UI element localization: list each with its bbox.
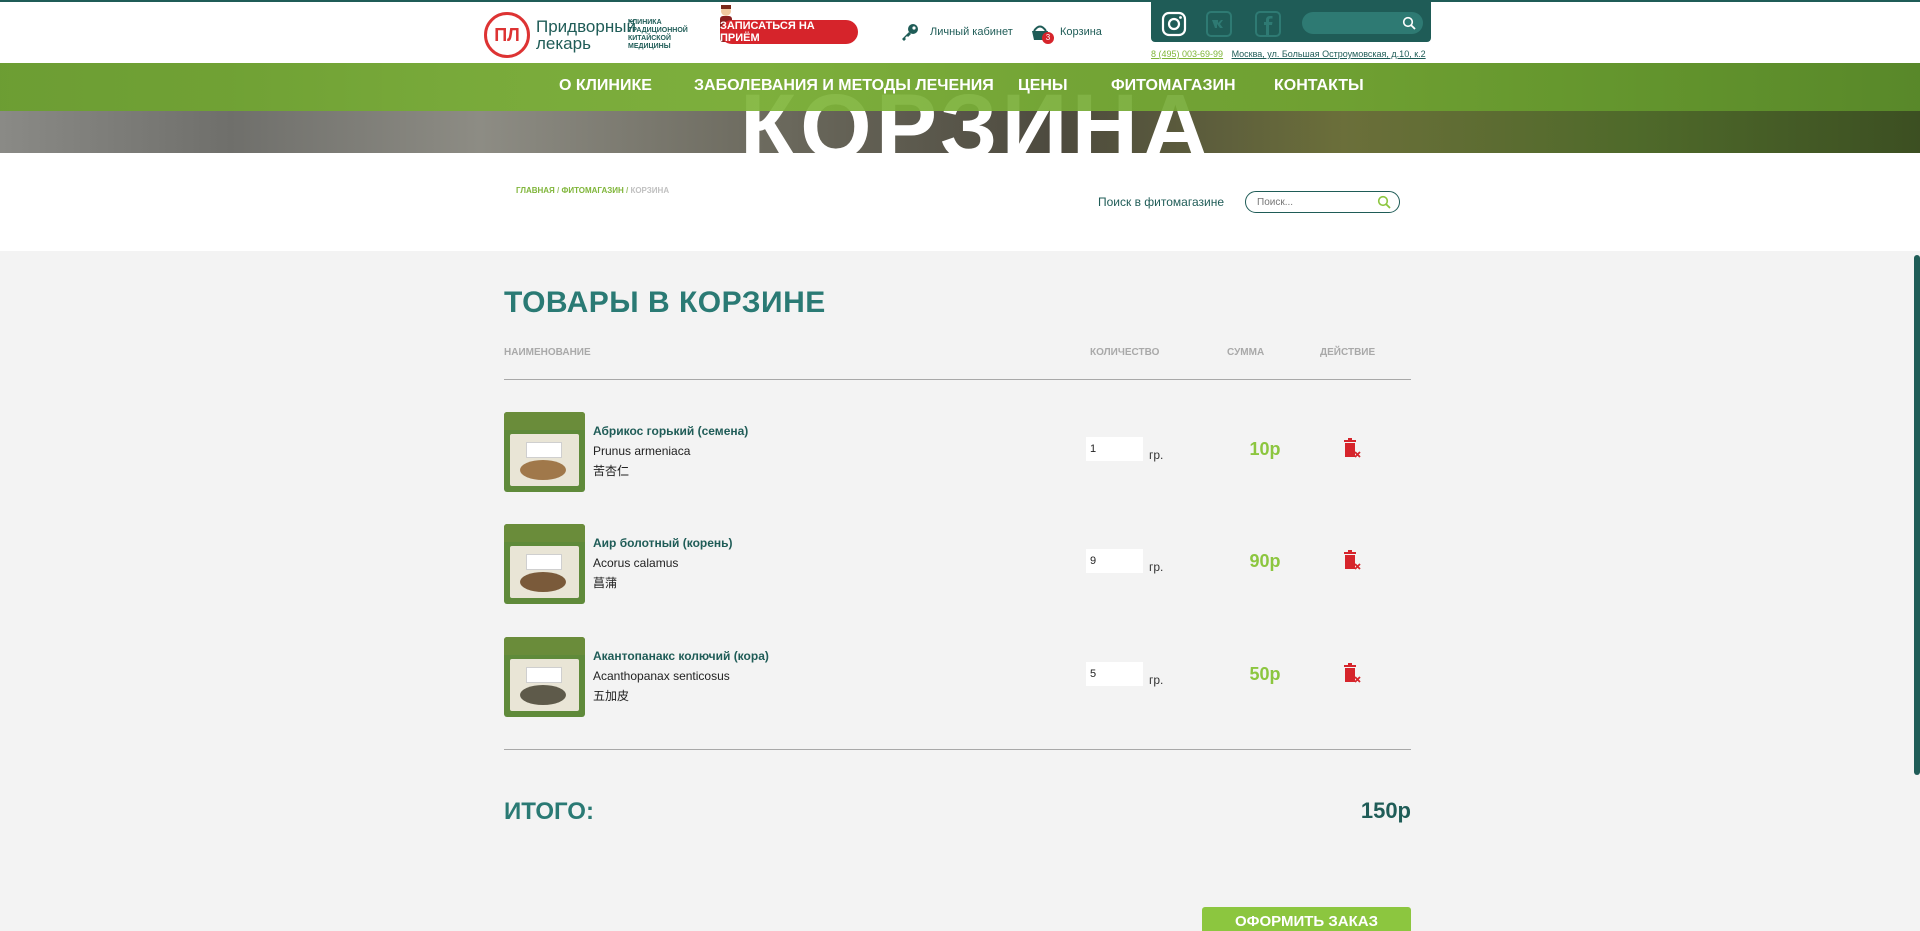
key-icon xyxy=(902,24,918,41)
total-label: Итого: xyxy=(504,798,594,825)
address-link[interactable]: Москва, ул. Большая Остроумовская, д.10,… xyxy=(1232,49,1426,59)
product-latin-name: Acanthopanax senticosus xyxy=(593,669,730,683)
search-icon[interactable] xyxy=(1377,195,1391,209)
breadcrumb-current: Корзина xyxy=(630,186,670,195)
social-panel xyxy=(1151,2,1431,42)
quantity-input[interactable] xyxy=(1086,549,1143,573)
delete-item-icon[interactable] xyxy=(1342,438,1362,460)
hero-banner: Корзина О клинике Заболевания и методы л… xyxy=(0,63,1920,153)
logo-emblem: ПЛ xyxy=(484,12,530,58)
table-divider xyxy=(504,749,1411,750)
vk-icon[interactable] xyxy=(1206,11,1232,37)
cart-link[interactable]: 3 Корзина xyxy=(1030,22,1102,44)
breadcrumb: Главная / Фитомагазин / Корзина xyxy=(516,186,669,195)
product-name[interactable]: Аир болотный (корень) xyxy=(593,536,733,550)
cart-label: Корзина xyxy=(1060,26,1102,38)
product-thumbnail[interactable] xyxy=(504,412,585,492)
shop-search-label: Поиск в фитомагазине xyxy=(1098,195,1224,209)
item-sum: 10р xyxy=(1249,439,1281,459)
facebook-icon[interactable] xyxy=(1255,11,1281,37)
cart-title: Товары в корзине xyxy=(504,286,826,319)
account-link[interactable]: Личный кабинет xyxy=(900,22,1013,42)
table-row: Абрикос горький (семена) Prunus armeniac… xyxy=(504,412,1411,494)
product-latin-name: Prunus armeniaca xyxy=(593,444,691,458)
appointment-button[interactable]: Записаться на приём xyxy=(720,20,858,44)
delete-item-icon[interactable] xyxy=(1342,550,1362,572)
logo-name: Придворный лекарь xyxy=(536,17,636,53)
product-chinese-name: 苦杏仁 xyxy=(593,464,630,478)
logo-subtitle: Клиника традиционной китайской медицины xyxy=(628,19,688,50)
breadcrumb-home[interactable]: Главная xyxy=(516,186,555,195)
product-chinese-name: 五加皮 xyxy=(593,689,630,703)
nav-item-contacts[interactable]: Контакты xyxy=(1274,77,1364,95)
shop-search-box xyxy=(1245,191,1400,213)
quantity-input[interactable] xyxy=(1086,662,1143,686)
checkout-button[interactable]: Оформить заказ xyxy=(1202,907,1411,931)
table-row: Аир болотный (корень) Acorus calamus 菖蒲 … xyxy=(504,524,1411,606)
nav-item-about[interactable]: О клинике xyxy=(559,77,652,95)
product-name[interactable]: Акантопанакс колючий (кора) xyxy=(593,649,769,663)
cart-count-badge: 3 xyxy=(1042,32,1054,44)
nav-item-shop[interactable]: Фитомагазин xyxy=(1111,77,1236,95)
table-row: Акантопанакс колючий (кора) Acanthopanax… xyxy=(504,637,1411,719)
page-scrollbar[interactable] xyxy=(1914,255,1920,775)
main-nav: О клинике Заболевания и методы лечения Ц… xyxy=(0,63,1920,111)
contact-line: 8 (495) 003-69-99 Москва, ул. Большая Ос… xyxy=(1151,49,1426,59)
table-divider xyxy=(504,379,1411,380)
search-icon[interactable] xyxy=(1402,16,1416,30)
breadcrumb-shop[interactable]: Фитомагазин xyxy=(561,186,623,195)
top-header: ПЛ Придворный лекарь Клиника традиционно… xyxy=(0,0,1920,63)
nav-item-diseases[interactable]: Заболевания и методы лечения xyxy=(694,77,994,95)
item-sum: 50р xyxy=(1249,664,1281,684)
header-search-input[interactable] xyxy=(1302,12,1423,34)
phone-link[interactable]: 8 (495) 003-69-99 xyxy=(1151,49,1223,59)
account-label: Личный кабинет xyxy=(930,26,1013,38)
column-header-action: Действие xyxy=(1320,347,1376,358)
quantity-input[interactable] xyxy=(1086,437,1143,461)
product-chinese-name: 菖蒲 xyxy=(593,576,618,590)
delete-item-icon[interactable] xyxy=(1342,663,1362,685)
breadcrumb-strip: Главная / Фитомагазин / Корзина Поиск в … xyxy=(0,153,1920,251)
column-header-name: Наименование xyxy=(504,347,591,358)
cart-icon-wrap: 3 xyxy=(1030,22,1054,44)
instagram-icon[interactable] xyxy=(1161,11,1187,37)
product-thumbnail[interactable] xyxy=(504,524,585,604)
shop-search-input[interactable] xyxy=(1257,192,1377,213)
column-header-sum: Сумма xyxy=(1227,347,1265,358)
quantity-unit: гр. xyxy=(1149,673,1164,687)
total-value: 150р xyxy=(1360,798,1411,823)
quantity-unit: гр. xyxy=(1149,560,1164,574)
site-logo[interactable]: ПЛ Придворный лекарь Клиника традиционно… xyxy=(484,12,688,58)
item-sum: 90р xyxy=(1249,551,1281,571)
product-thumbnail[interactable] xyxy=(504,637,585,717)
quantity-unit: гр. xyxy=(1149,448,1164,462)
product-name[interactable]: Абрикос горький (семена) xyxy=(593,424,748,438)
column-header-qty: Количество xyxy=(1090,347,1160,358)
nav-item-prices[interactable]: Цены xyxy=(1018,77,1068,95)
product-latin-name: Acorus calamus xyxy=(593,556,679,570)
